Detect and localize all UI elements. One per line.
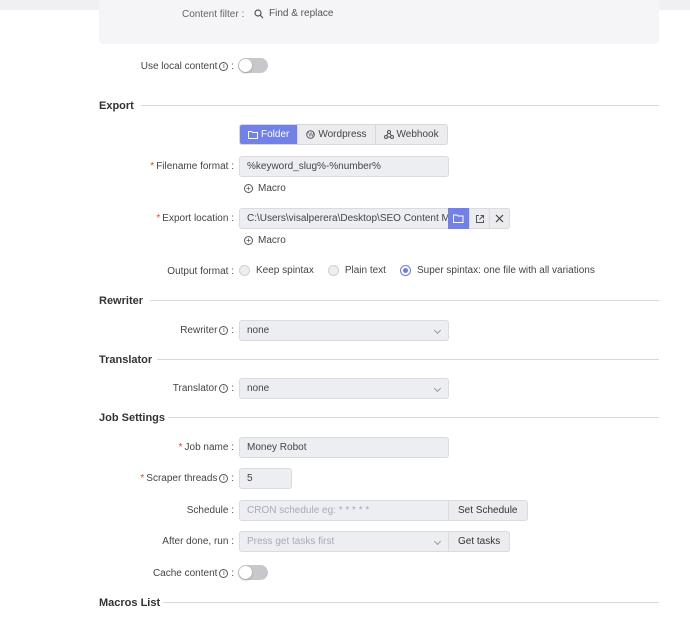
cache-content-label: Cache content i : [152, 568, 234, 579]
translator-section-title: Translator [99, 354, 153, 366]
wordpress-icon: W [306, 130, 316, 139]
radio-label: Keep spintax [256, 265, 314, 276]
info-icon: i [219, 568, 229, 578]
get-tasks-button[interactable]: Get tasks [448, 531, 511, 552]
chevron-down-icon [433, 537, 442, 546]
info-icon: i [219, 473, 229, 483]
location-macro-button[interactable]: + Macro [244, 235, 286, 246]
folder-open-icon [453, 214, 464, 223]
use-local-content-toggle[interactable] [238, 58, 268, 73]
schedule-input[interactable]: CRON schedule eg: * * * * * [239, 500, 449, 521]
tab-folder[interactable]: Folder [240, 125, 299, 144]
info-icon: i [219, 383, 229, 393]
content-filter-label: Content filter : [182, 9, 245, 20]
rewriter-label: Rewriter i : [180, 325, 234, 336]
clear-location-button[interactable] [489, 208, 510, 229]
external-link-icon [475, 214, 484, 223]
output-format-label: Output format : [167, 266, 234, 277]
find-replace-button[interactable]: Find & replace [254, 8, 333, 19]
chevron-down-icon [433, 384, 442, 393]
folder-icon [248, 131, 258, 139]
section-divider [157, 359, 659, 360]
info-icon: i [219, 325, 229, 335]
info-icon: i [219, 61, 229, 71]
section-divider [150, 300, 659, 301]
cache-content-toggle[interactable] [238, 565, 268, 580]
toggle-knob [239, 566, 252, 579]
rewriter-select[interactable]: none [239, 320, 449, 341]
plus-circle-icon: + [244, 184, 253, 193]
radio-label: Plain text [344, 265, 386, 276]
job-name-input[interactable]: Money Robot [239, 437, 449, 458]
macros-list-section-title: Macros List [99, 597, 161, 609]
radio-plain-text[interactable] [327, 265, 339, 276]
filename-format-input[interactable]: %keyword_slug%-%number% [239, 156, 449, 177]
schedule-label: Schedule : [186, 505, 234, 516]
svg-text:W: W [309, 133, 315, 139]
tab-webhook[interactable]: Webhook [376, 125, 447, 144]
find-replace-label: Find & replace [269, 8, 334, 19]
open-location-button[interactable] [469, 208, 490, 229]
filename-format-label: * Filename format : [150, 161, 234, 172]
toggle-knob [239, 59, 252, 72]
section-divider [141, 105, 659, 106]
radio-super-spintax[interactable] [399, 265, 411, 276]
translator-label: Translator i : [172, 383, 234, 394]
output-format-radio-group: Keep spintax Plain text Super spintax: o… [239, 265, 595, 276]
export-location-input[interactable]: C:\Users\visalperera\Desktop\SEO Content… [239, 208, 449, 229]
scraper-threads-label: * Scraper threads i : [140, 473, 234, 484]
use-local-content-label: Use local content i : [140, 61, 234, 72]
radio-label: Super spintax: one file with all variati… [416, 265, 595, 276]
export-section-title: Export [99, 100, 134, 112]
after-done-label: After done, run : [162, 536, 234, 547]
job-settings-section-title: Job Settings [99, 412, 166, 424]
filename-macro-button[interactable]: + Macro [244, 183, 286, 194]
tab-wordpress[interactable]: W Wordpress [298, 125, 376, 144]
set-schedule-button[interactable]: Set Schedule [448, 500, 528, 521]
webhook-icon [383, 130, 394, 139]
export-location-label: * Export location : [156, 213, 234, 224]
translator-select[interactable]: none [239, 378, 449, 399]
plus-circle-icon: + [244, 236, 253, 245]
job-name-label: * Job name : [178, 442, 234, 453]
rewriter-section-title: Rewriter [99, 295, 144, 307]
scraper-threads-input[interactable]: 5 [239, 468, 292, 489]
close-icon [495, 214, 504, 223]
browse-folder-button[interactable] [448, 208, 469, 229]
radio-keep-spintax[interactable] [239, 265, 250, 276]
after-done-select[interactable]: Press get tasks first [239, 531, 449, 552]
chevron-down-icon [433, 326, 442, 335]
content-filter-panel [99, 0, 659, 44]
search-icon [254, 8, 264, 18]
section-divider [163, 602, 659, 603]
export-type-tabs: Folder W Wordpress Webhook [239, 124, 448, 145]
section-divider [168, 417, 659, 418]
